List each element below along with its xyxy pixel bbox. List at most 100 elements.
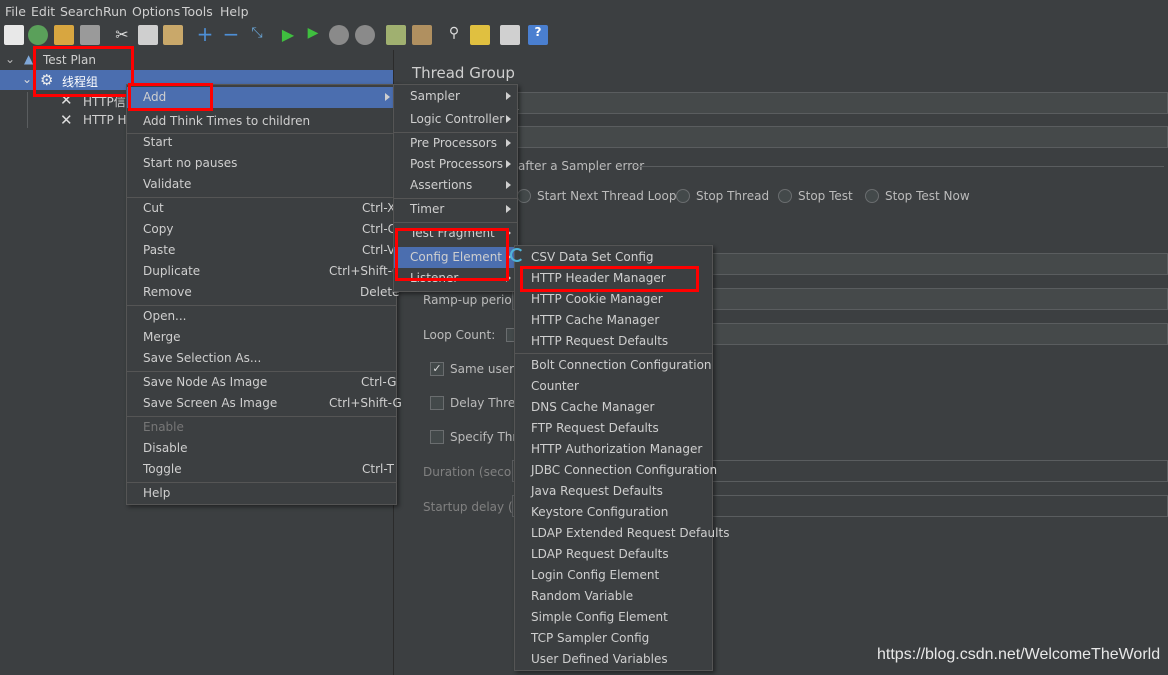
config-item-ldap-request-defaults[interactable]: LDAP Request Defaults — [515, 544, 712, 565]
config-item-http-authorization-manager[interactable]: HTTP Authorization Manager — [515, 439, 712, 460]
menu-item-save-screen-image[interactable]: Save Screen As Image Ctrl+Shift-G — [127, 393, 402, 414]
tree-line — [27, 92, 28, 128]
chevron-right-icon — [385, 93, 390, 101]
menu-search[interactable]: Search — [60, 4, 103, 19]
chevron-right-icon — [506, 205, 511, 213]
annotation-box — [395, 228, 509, 281]
config-item-java-request-defaults[interactable]: Java Request Defaults — [515, 481, 712, 502]
annotation-box — [520, 266, 699, 292]
config-item-dns-cache-manager[interactable]: DNS Cache Manager — [515, 397, 712, 418]
menu-item-remove[interactable]: Remove Delete — [127, 282, 399, 303]
clear-all-icon[interactable] — [412, 25, 432, 45]
paste-icon[interactable] — [163, 25, 183, 45]
menu-item-validate[interactable]: Validate — [127, 174, 396, 195]
same-user-checkbox[interactable]: ✓ — [430, 362, 444, 376]
menu-item-toggle[interactable]: Toggle Ctrl-T — [127, 459, 396, 480]
radio-stop-test[interactable] — [778, 189, 792, 203]
expand-icon[interactable]: + — [195, 24, 215, 45]
loading-spinner-icon — [510, 248, 524, 262]
radio-label: Stop Test — [798, 189, 853, 203]
menu-item-copy[interactable]: Copy Ctrl-C — [127, 219, 396, 240]
save-icon[interactable] — [80, 25, 100, 45]
config-item-simple-config[interactable]: Simple Config Element — [515, 607, 712, 628]
config-item-ftp-request-defaults[interactable]: FTP Request Defaults — [515, 418, 712, 439]
chevron-down-icon[interactable]: ⌄ — [5, 52, 15, 66]
submenu-item-timer[interactable]: Timer — [394, 199, 517, 220]
config-item-bolt-connection[interactable]: Bolt Connection Configuration — [515, 355, 712, 376]
loop-count-label: Loop Count: — [423, 328, 496, 342]
menu-item-start-no-pauses[interactable]: Start no pauses — [127, 153, 396, 174]
specify-lifetime-checkbox[interactable] — [430, 430, 444, 444]
config-item-http-request-defaults[interactable]: HTTP Request Defaults — [515, 331, 712, 352]
menu-item-start[interactable]: Start — [127, 132, 396, 153]
config-item-ldap-extended[interactable]: LDAP Extended Request Defaults — [515, 523, 729, 544]
menu-options[interactable]: Options — [132, 4, 180, 19]
config-item-user-defined-variables[interactable]: User Defined Variables — [515, 649, 712, 670]
tools-icon: ✕ — [60, 111, 73, 129]
config-item-http-cookie-manager[interactable]: HTTP Cookie Manager — [515, 289, 712, 310]
radio-stop-thread[interactable] — [676, 189, 690, 203]
help-icon[interactable]: ? — [528, 25, 548, 45]
clear-icon[interactable] — [386, 25, 406, 45]
start-no-pause-icon[interactable]: ▶ — [303, 25, 323, 45]
start-icon[interactable]: ▶ — [278, 25, 298, 45]
new-icon[interactable] — [4, 25, 24, 45]
menu-item-help[interactable]: Help — [127, 483, 396, 504]
config-item-counter[interactable]: Counter — [515, 376, 712, 397]
menu-edit[interactable]: Edit — [31, 4, 55, 19]
sampler-error-label: after a Sampler error — [518, 159, 645, 173]
stop-icon[interactable] — [329, 25, 349, 45]
open-icon[interactable] — [54, 25, 74, 45]
radio-start-next-loop[interactable] — [517, 189, 531, 203]
config-item-keystore[interactable]: Keystore Configuration — [515, 502, 712, 523]
cut-icon[interactable]: ✂ — [112, 25, 132, 45]
comments-field[interactable] — [502, 126, 1168, 148]
name-field[interactable]: 组 — [502, 92, 1168, 114]
radio-label: Stop Thread — [696, 189, 770, 203]
rampup-label: Ramp-up period — [423, 293, 520, 307]
menu-item-save-selection[interactable]: Save Selection As... — [127, 348, 396, 369]
submenu-item-sampler[interactable]: Sampler — [394, 86, 517, 107]
copy-icon[interactable] — [138, 25, 158, 45]
config-item-jdbc-connection[interactable]: JDBC Connection Configuration — [515, 460, 717, 481]
menu-item-merge[interactable]: Merge — [127, 327, 396, 348]
watermark: https://blog.csdn.net/WelcomeTheWorld — [877, 646, 1161, 663]
submenu-item-pre-processors[interactable]: Pre Processors — [394, 133, 517, 154]
menu-help[interactable]: Help — [220, 4, 249, 19]
collapse-icon[interactable]: − — [221, 24, 241, 45]
group-border — [634, 166, 1164, 167]
config-item-csv-data-set[interactable]: CSV Data Set Config — [515, 247, 712, 268]
toggle-icon[interactable]: ⤡ — [247, 25, 267, 45]
separator — [515, 353, 712, 354]
annotation-box — [128, 83, 213, 111]
menu-item-duplicate[interactable]: Duplicate Ctrl+Shift-C — [127, 261, 400, 282]
function-helper-icon[interactable] — [500, 25, 520, 45]
delay-thread-checkbox[interactable] — [430, 396, 444, 410]
menu-run[interactable]: Run — [103, 4, 127, 19]
menu-item-paste[interactable]: Paste Ctrl-V — [127, 240, 396, 261]
menu-item-open[interactable]: Open... — [127, 306, 396, 327]
submenu-item-post-processors[interactable]: Post Processors — [394, 154, 517, 175]
config-item-login-config[interactable]: Login Config Element — [515, 565, 712, 586]
menu-item-disable[interactable]: Disable — [127, 438, 396, 459]
menu-tools[interactable]: Tools — [182, 4, 213, 19]
search-icon[interactable]: ⚲ — [444, 25, 464, 45]
menu-item-add-think-times[interactable]: Add Think Times to children — [127, 111, 396, 132]
config-item-tcp-sampler-config[interactable]: TCP Sampler Config — [515, 628, 712, 649]
menu-item-cut[interactable]: Cut Ctrl-X — [127, 198, 396, 219]
templates-icon[interactable] — [28, 25, 48, 45]
menu-file[interactable]: File — [5, 4, 26, 19]
annotation-box — [33, 46, 134, 97]
menu-item-save-node-image[interactable]: Save Node As Image Ctrl-G — [127, 372, 396, 393]
config-element-submenu: CSV Data Set Config HTTP Header Manager … — [514, 245, 729, 671]
submenu-item-logic-controller[interactable]: Logic Controller — [394, 109, 517, 130]
config-item-http-cache-manager[interactable]: HTTP Cache Manager — [515, 310, 712, 331]
test-plan-icon: ▲ — [24, 52, 34, 66]
radio-stop-test-now[interactable] — [865, 189, 879, 203]
context-menu: Add Add Think Times to children Start St… — [126, 84, 402, 505]
submenu-item-assertions[interactable]: Assertions — [394, 175, 517, 196]
shutdown-icon[interactable] — [355, 25, 375, 45]
chevron-down-icon[interactable]: ⌄ — [22, 72, 32, 86]
config-item-random-variable[interactable]: Random Variable — [515, 586, 712, 607]
reset-search-icon[interactable] — [470, 25, 490, 45]
